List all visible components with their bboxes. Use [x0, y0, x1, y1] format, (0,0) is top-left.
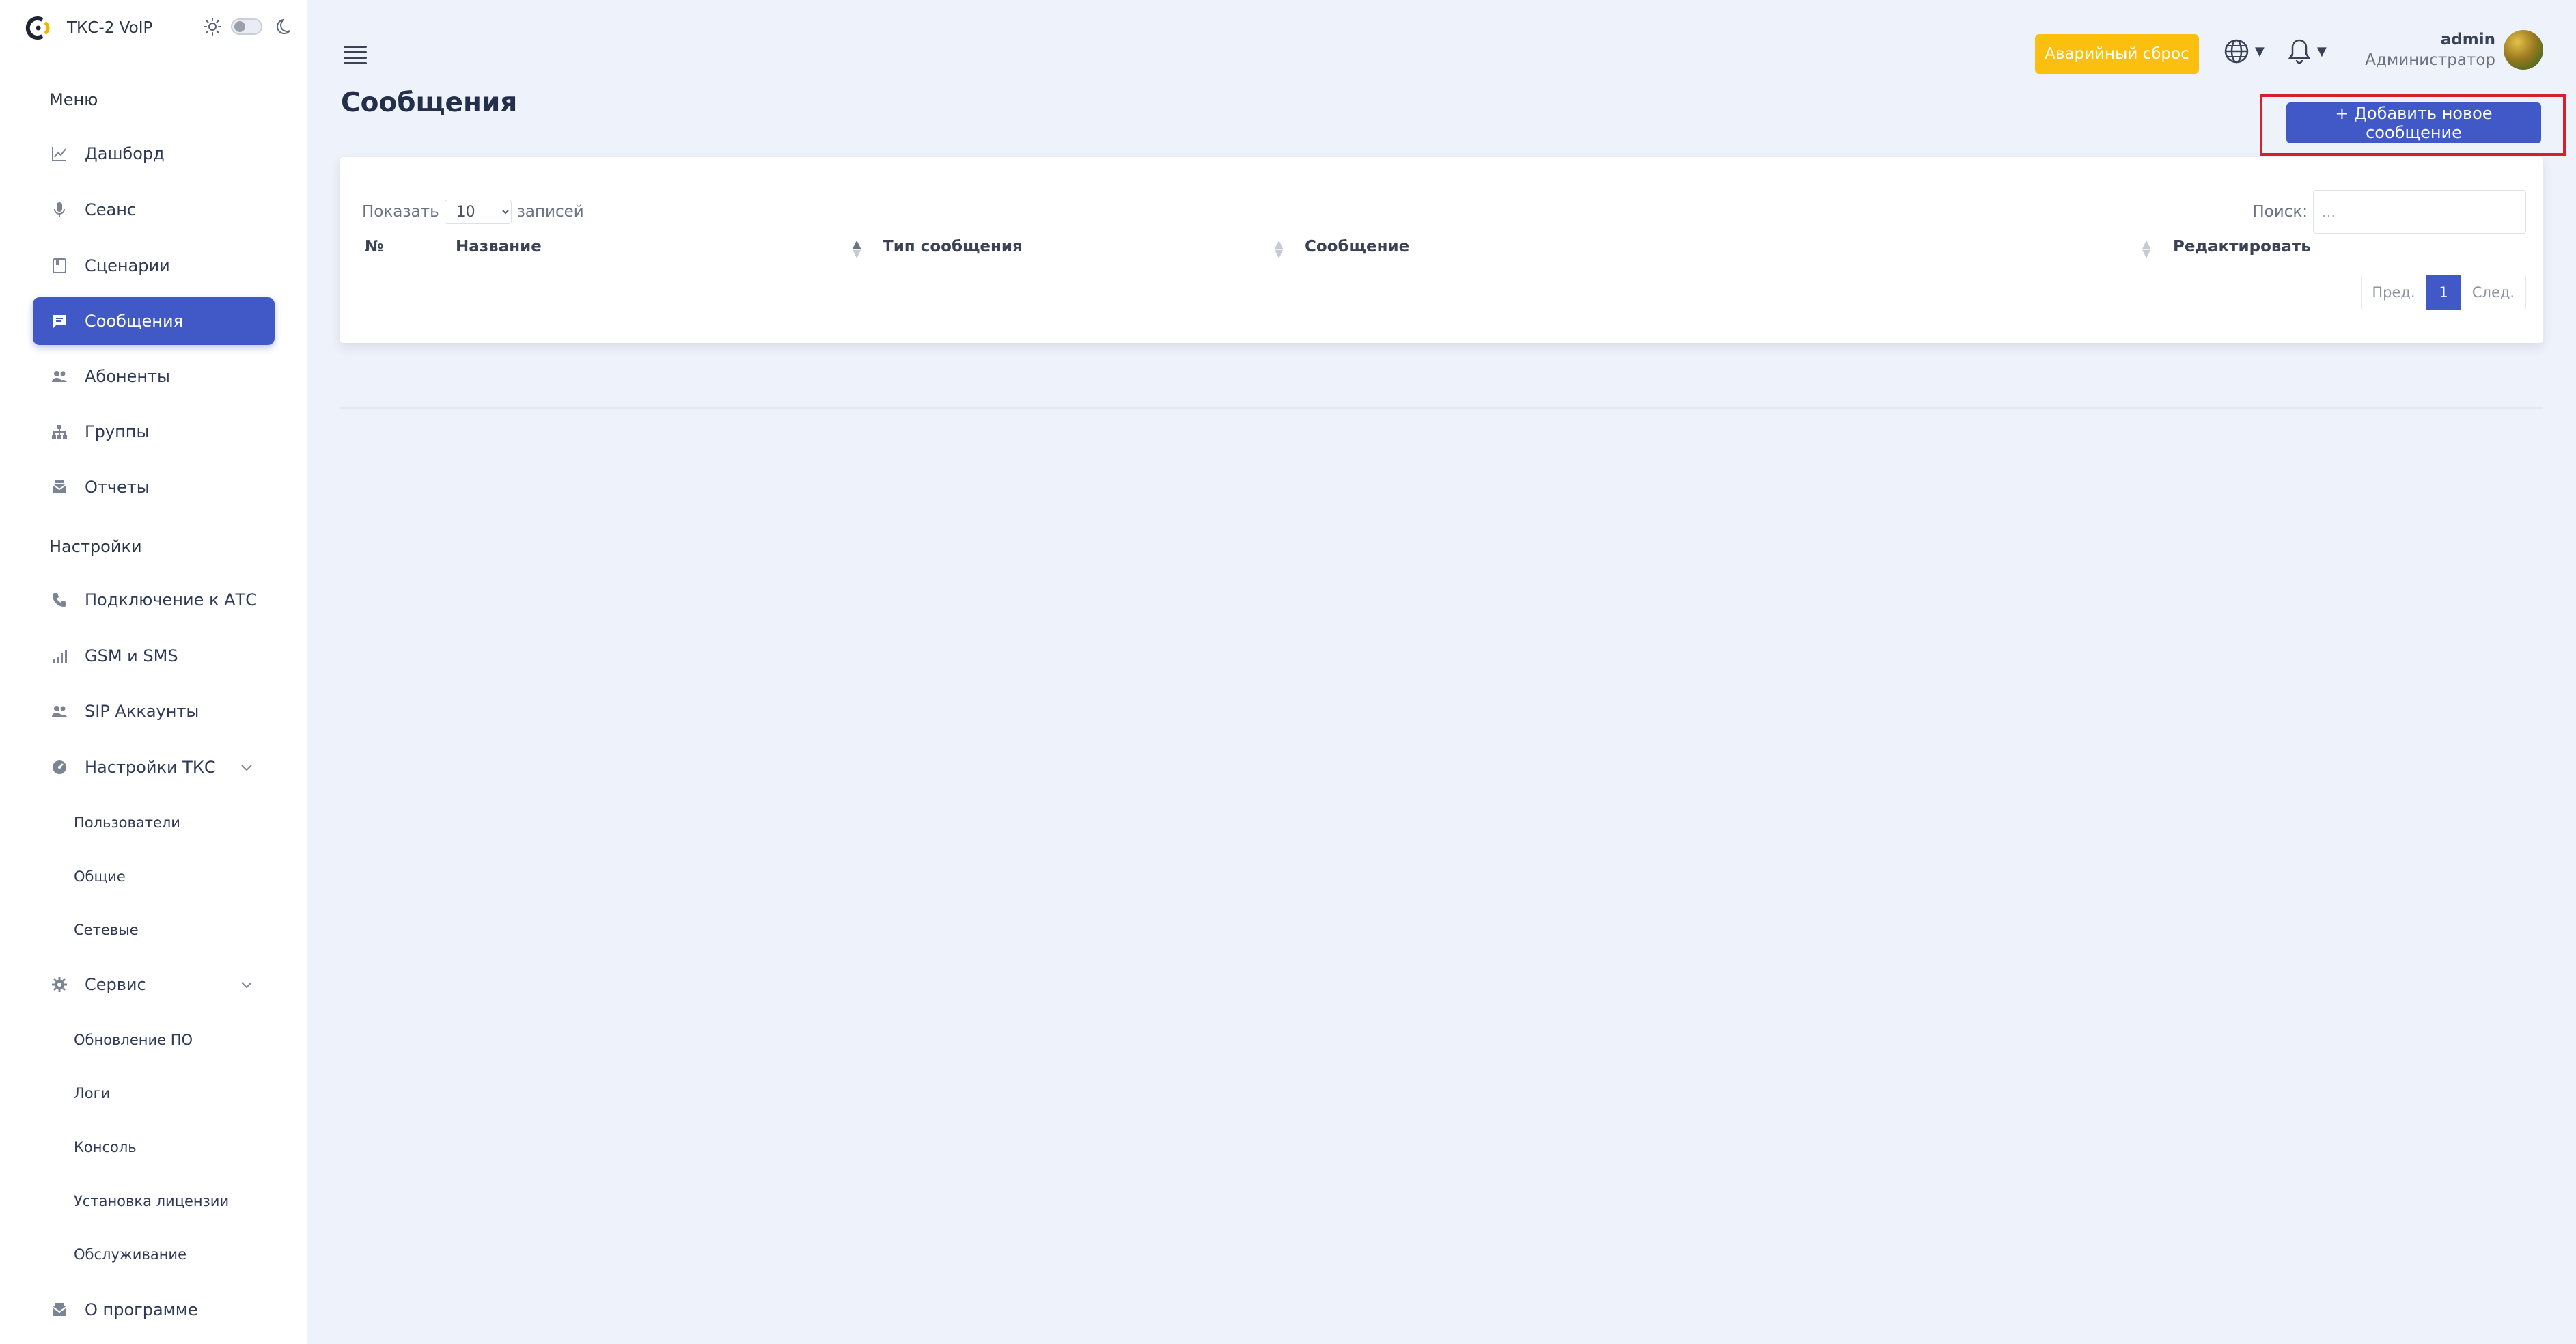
content-divider [340, 407, 2543, 409]
sidebar-item-label: Группы [85, 422, 150, 441]
sidebar-item-label: Подключение к АТС [85, 590, 257, 609]
mail-stack-icon [49, 1300, 70, 1320]
theme-toggle[interactable] [231, 18, 262, 35]
sidebar-subitem-logs[interactable]: Логи [74, 1080, 110, 1107]
sidebar-subitem-network[interactable]: Сетевые [74, 916, 139, 944]
sidebar-subitem-firmware-update[interactable]: Обновление ПО [74, 1026, 193, 1054]
moon-icon [277, 19, 290, 34]
sidebar-item-label: Абоненты [85, 367, 170, 386]
users-icon [49, 366, 70, 387]
notifications-button[interactable]: ▼ [2286, 37, 2327, 66]
page-title: Сообщения [341, 87, 518, 118]
avatar[interactable] [2504, 30, 2543, 70]
book-icon [49, 256, 70, 276]
message-icon [49, 311, 70, 331]
sidebar-item-label: Дашборд [85, 144, 165, 163]
emergency-reset-button[interactable]: Аварийный сброс [2035, 34, 2199, 74]
sort-icon[interactable]: ▲ ▼ [1275, 238, 1283, 259]
sidebar-subitem-license-install[interactable]: Установка лицензии [74, 1188, 229, 1215]
search-label: Поиск: [2252, 203, 2308, 221]
mail-stack-icon [49, 477, 70, 497]
caret-down-icon: ▼ [2317, 44, 2327, 59]
sidebar-item-tks-settings[interactable]: Настройки ТКС [33, 743, 275, 791]
user-info: admin Администратор [2365, 31, 2495, 69]
pagination-page-button[interactable]: 1 [2426, 275, 2461, 310]
sidebar-subitem-general[interactable]: Общие [74, 863, 126, 890]
sidebar-item-label: Настройки ТКС [85, 758, 216, 777]
sidebar-item-service[interactable]: Сервис [33, 961, 275, 1009]
table-search: Поиск: [2252, 190, 2526, 234]
sidebar-item-scenarios[interactable]: Сценарии [33, 242, 275, 290]
microphone-icon [49, 200, 70, 220]
sidebar-item-gsm-sms[interactable]: GSM и SMS [33, 632, 275, 680]
sidebar-item-label: Сценарии [85, 256, 170, 275]
users-icon [49, 701, 70, 722]
dashboard-gauge-icon [49, 757, 70, 778]
sidebar: ТКС-2 VoIP Меню Дашборд Сеанс Сценарии С… [0, 0, 307, 1344]
bell-icon [2288, 39, 2311, 64]
sidebar-item-dashboard[interactable]: Дашборд [33, 130, 275, 178]
hierarchy-icon [49, 422, 70, 442]
sidebar-item-sip-accounts[interactable]: SIP Аккаунты [33, 687, 275, 735]
sidebar-item-reports[interactable]: Отчеты [33, 463, 275, 511]
sidebar-item-about[interactable]: О программе [33, 1286, 275, 1334]
page-size-select[interactable]: 10 [444, 200, 512, 224]
search-input[interactable] [2313, 190, 2526, 234]
sidebar-item-label: Сервис [85, 975, 146, 994]
column-header-number[interactable]: № [365, 238, 384, 256]
sidebar-item-label: Сообщения [85, 312, 184, 331]
sun-icon [204, 18, 221, 36]
sidebar-item-label: SIP Аккаунты [85, 702, 199, 721]
brand-name: ТКС-2 VoIP [67, 19, 153, 37]
theme-switch[interactable] [202, 16, 295, 37]
table-header: № Название ▲ ▼ Тип сообщения ▲ ▼ Сообщение… [340, 238, 2543, 262]
settings-section-title: Настройки [49, 537, 142, 556]
language-selector[interactable]: ▼ [2222, 37, 2265, 66]
brand[interactable]: ТКС-2 VoIP [25, 14, 152, 42]
sidebar-subitem-maintenance[interactable]: Обслуживание [74, 1241, 186, 1268]
column-header-message-type[interactable]: Тип сообщения [883, 238, 1023, 256]
sidebar-subitem-users[interactable]: Пользователи [74, 809, 180, 836]
sidebar-subitem-console[interactable]: Консоль [74, 1134, 137, 1161]
pagination-next-button[interactable]: След. [2461, 275, 2526, 310]
chevron-down-icon [241, 765, 252, 771]
caret-down-icon: ▼ [2255, 44, 2265, 59]
menu-toggle-icon[interactable] [344, 46, 367, 65]
sort-asc-icon[interactable]: ▲ ▼ [853, 238, 861, 259]
globe-icon [2224, 39, 2249, 64]
sidebar-item-label: Отчеты [85, 478, 150, 497]
sidebar-item-label: Сеанс [85, 200, 137, 219]
chart-line-icon [49, 143, 70, 164]
pagination-prev-button[interactable]: Пред. [2361, 275, 2426, 310]
sort-icon[interactable]: ▲ ▼ [2142, 238, 2150, 259]
sidebar-item-groups[interactable]: Группы [33, 408, 275, 456]
brand-logo-icon [25, 16, 50, 40]
sidebar-item-subscribers[interactable]: Абоненты [33, 353, 275, 400]
column-header-message[interactable]: Сообщение [1305, 238, 1409, 256]
user-role: Администратор [2365, 51, 2495, 69]
records-label: записей [516, 203, 584, 221]
gear-icon [49, 974, 70, 995]
sidebar-item-label: GSM и SMS [85, 646, 178, 666]
signal-bars-icon [49, 646, 70, 666]
user-name: admin [2440, 31, 2495, 49]
phone-icon [49, 590, 70, 610]
user-menu[interactable]: admin Администратор [2365, 30, 2543, 70]
sidebar-item-label: О программе [85, 1300, 198, 1319]
add-message-button[interactable]: + Добавить новое сообщение [2286, 102, 2541, 143]
chevron-down-icon [241, 982, 252, 989]
page-length-control: Показать 10 записей [362, 200, 584, 224]
sidebar-item-pbx-connection[interactable]: Подключение к АТС [33, 576, 275, 624]
menu-section-title: Меню [49, 90, 98, 109]
sidebar-item-session[interactable]: Сеанс [33, 186, 275, 234]
sidebar-item-messages[interactable]: Сообщения [33, 297, 275, 345]
column-header-name[interactable]: Название [456, 238, 542, 256]
messages-table-card: Показать 10 записей Поиск: № Название ▲▼… [340, 157, 2543, 343]
show-label: Показать [362, 203, 439, 221]
column-header-edit[interactable]: Редактировать [2173, 238, 2311, 256]
pagination: Пред. 1 След. [2361, 275, 2526, 310]
